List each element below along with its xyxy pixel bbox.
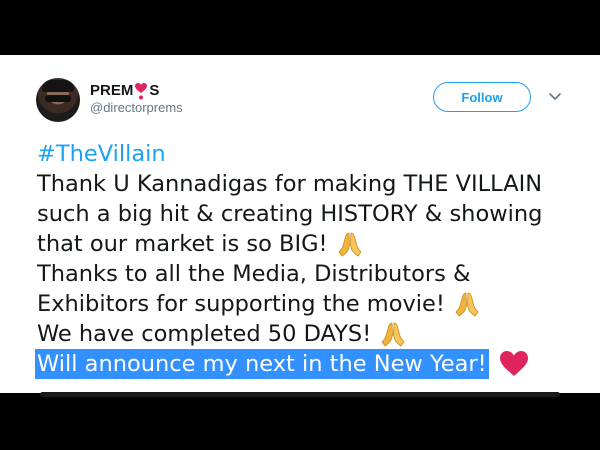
- display-name-prefix: PREM: [90, 82, 134, 99]
- display-name[interactable]: PREM S: [90, 82, 159, 99]
- folded-hands-icon: [455, 292, 479, 317]
- tweet-line-selected: Will announce my next in the New Year!: [35, 349, 577, 379]
- hashtag-link[interactable]: #TheVillain: [37, 139, 166, 169]
- tweet-text: #TheVillain Thank U Kannadigas for makin…: [35, 139, 577, 379]
- tweet-line-text: Thanks to all the Media, Distributors &: [37, 261, 471, 287]
- tweet-line: Exhibitors for supporting the movie!: [37, 289, 577, 319]
- tweet-line-hashtag: #TheVillain: [37, 139, 577, 169]
- folded-hands-icon: [338, 232, 362, 257]
- tweet-line: Thank U Kannadigas for making THE VILLAI…: [37, 169, 577, 199]
- avatar-sunglasses: [45, 95, 71, 102]
- tweet-line-text: We have completed 50 DAYS!: [37, 321, 372, 347]
- avatar-hair: [42, 80, 74, 92]
- folded-hands-icon: [381, 322, 405, 347]
- tweet-line: Thanks to all the Media, Distributors &: [37, 259, 577, 289]
- next-card-edge: [40, 392, 560, 397]
- user-handle[interactable]: @directorprems: [90, 100, 183, 115]
- red-heart-icon: [499, 351, 528, 376]
- tweet-line-text: that our market is so BIG!: [37, 231, 328, 257]
- avatar[interactable]: [36, 78, 80, 122]
- follow-button[interactable]: Follow: [433, 82, 531, 112]
- tweet-line: such a big hit & creating HISTORY & show…: [37, 199, 577, 229]
- tweet-line-text: Exhibitors for supporting the movie!: [37, 291, 445, 317]
- tweet-card: PREM S @directorprems Follow #TheVillain…: [0, 55, 600, 393]
- tweet-line-text: Thank U Kannadigas for making THE VILLAI…: [37, 171, 543, 197]
- selected-text[interactable]: Will announce my next in the New Year!: [35, 349, 489, 379]
- heart-exclamation-icon: [135, 82, 148, 99]
- chevron-down-icon[interactable]: [549, 93, 561, 101]
- display-name-suffix: S: [149, 82, 160, 99]
- tweet-line-text: such a big hit & creating HISTORY & show…: [37, 201, 543, 227]
- tweet-line: that our market is so BIG!: [37, 229, 577, 259]
- bottom-border: [0, 393, 600, 450]
- tweet-line: We have completed 50 DAYS!: [37, 319, 577, 349]
